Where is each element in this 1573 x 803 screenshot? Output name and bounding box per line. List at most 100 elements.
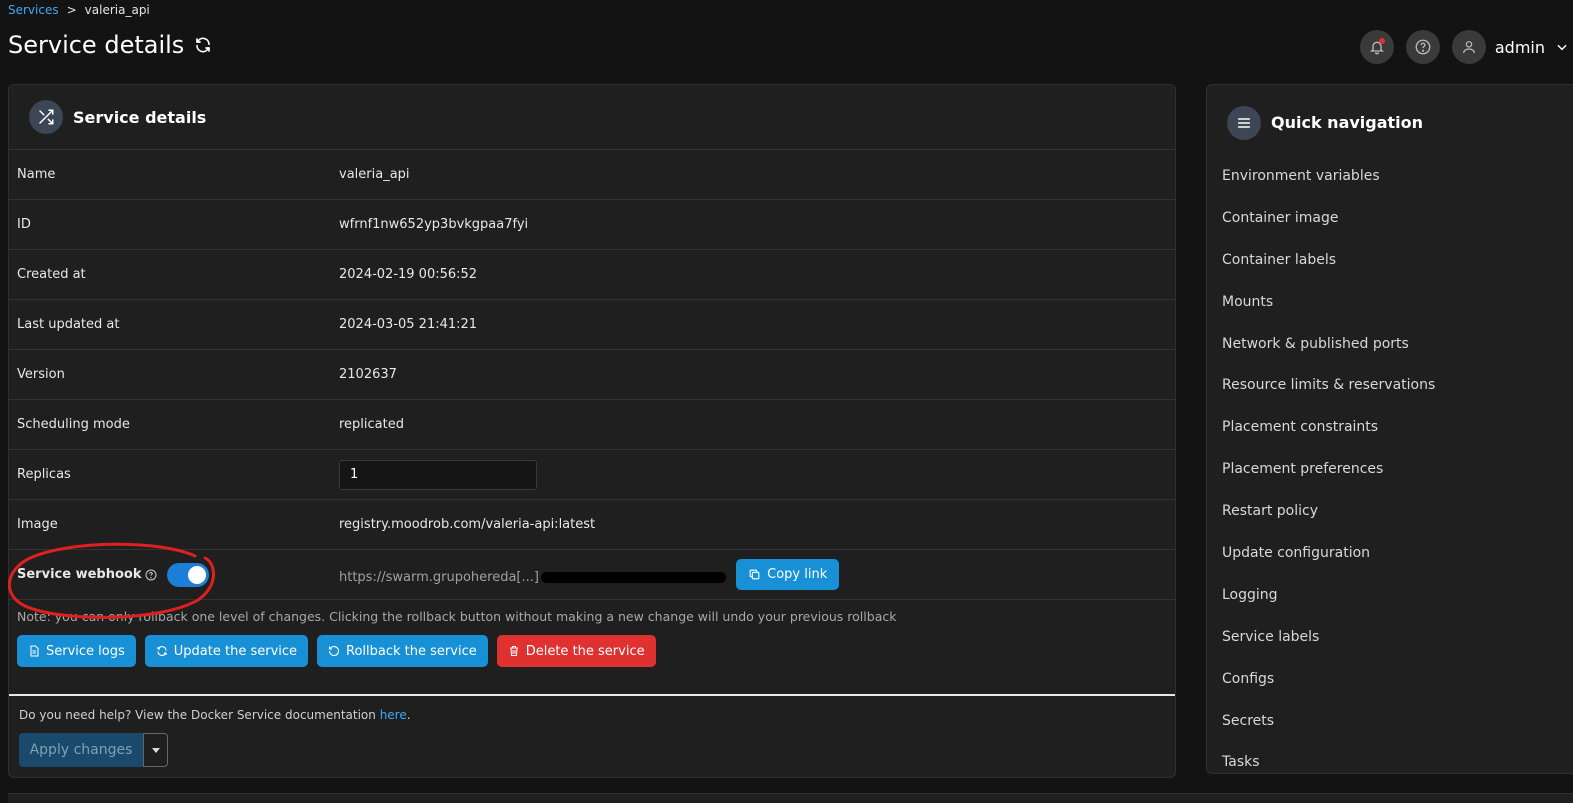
copy-link-label: Copy link: [767, 567, 828, 582]
chevron-down-icon[interactable]: [1555, 40, 1569, 54]
help-button[interactable]: [1405, 30, 1440, 64]
quick-nav-item[interactable]: Placement preferences: [1222, 448, 1573, 490]
quick-nav-item[interactable]: Service labels: [1222, 616, 1573, 658]
user-avatar[interactable]: [1451, 30, 1486, 64]
user-icon: [1462, 41, 1475, 54]
notifications-button[interactable]: [1359, 30, 1394, 64]
row-label: ID: [17, 217, 31, 232]
row-label: Scheduling mode: [17, 417, 130, 432]
quick-nav-item[interactable]: Configs: [1222, 658, 1573, 700]
quick-nav-item[interactable]: Container image: [1222, 197, 1573, 239]
detail-row-image: Image registry.moodrob.com/valeria-api:l…: [9, 500, 1175, 550]
row-value: 2102637: [339, 367, 397, 382]
page-title: Service details: [8, 31, 212, 59]
row-value: replicated: [339, 417, 404, 432]
row-value: 1: [339, 459, 1175, 490]
breadcrumb-separator: >: [66, 3, 77, 17]
redaction-mark: [540, 572, 726, 583]
rollback-note: Note: you can only rollback one level of…: [17, 609, 897, 624]
row-label: Version: [17, 367, 65, 382]
apply-changes-group: Apply changes: [19, 733, 168, 767]
service-actions: Service logs Update the service Rollback…: [9, 635, 1175, 667]
row-value: 2024-03-05 21:41:21: [339, 317, 478, 332]
quick-nav-item[interactable]: Logging: [1222, 574, 1573, 616]
row-label: Created at: [17, 267, 86, 282]
row-value: 2024-02-19 00:56:52: [339, 267, 478, 282]
card-header: Quick navigation: [1207, 85, 1573, 160]
quick-nav-item[interactable]: Environment variables: [1222, 155, 1573, 197]
rotate-ccw-icon: [328, 645, 340, 657]
row-value: valeria_api: [339, 167, 410, 182]
docs-link[interactable]: here: [380, 708, 407, 722]
quick-nav-item[interactable]: Placement constraints: [1222, 406, 1573, 448]
card-title: Quick navigation: [1271, 113, 1424, 132]
row-value: https://swarm.grupohereda[...] Copy link: [339, 559, 1175, 590]
copy-link-button[interactable]: Copy link: [736, 559, 840, 590]
row-value: registry.moodrob.com/valeria-api:latest: [339, 517, 596, 532]
refresh-icon[interactable]: [194, 36, 212, 54]
row-label: Replicas: [17, 467, 71, 482]
service-details-card: Service details Name valeria_api ID wfrn…: [8, 84, 1176, 778]
refresh-icon: [157, 646, 167, 656]
row-label: Last updated at: [17, 317, 120, 332]
help-text: Do you need help? View the Docker Servic…: [19, 708, 411, 722]
help-prefix: Do you need help? View the Docker Servic…: [19, 708, 380, 722]
detail-row-id: ID wfrnf1nw652yp3bvkgpaa7fyi: [9, 200, 1175, 250]
breadcrumb-current: valeria_api: [84, 3, 150, 17]
divider: [9, 694, 1175, 696]
quick-nav-item[interactable]: Update configuration: [1222, 532, 1573, 574]
quick-nav-list: Environment variables Container image Co…: [1207, 155, 1573, 783]
webhook-label: Service webhook: [17, 567, 142, 582]
question-circle-icon[interactable]: [145, 569, 157, 581]
breadcrumb: Services > valeria_api: [8, 3, 150, 17]
row-value: wfrnf1nw652yp3bvkgpaa7fyi: [339, 217, 529, 232]
rollback-service-label: Rollback the service: [346, 643, 477, 659]
shuffle-icon: [29, 100, 63, 134]
quick-nav-item[interactable]: Secrets: [1222, 700, 1573, 742]
copy-icon: [749, 569, 760, 580]
service-logs-label: Service logs: [46, 643, 125, 659]
detail-row-scheduling: Scheduling mode replicated: [9, 400, 1175, 450]
apply-changes-button[interactable]: Apply changes: [19, 733, 143, 767]
card-title: Service details: [73, 107, 207, 127]
quick-navigation-card: Quick navigation Environment variables C…: [1206, 84, 1573, 774]
page-title-text: Service details: [8, 31, 185, 59]
detail-row-updated: Last updated at 2024-03-05 21:41:21: [9, 300, 1175, 350]
card-header: Service details: [9, 85, 1175, 150]
caret-down-icon: [151, 748, 160, 753]
menu-icon: [1227, 105, 1261, 140]
detail-row-webhook: Service webhook https://swarm.grupohered…: [9, 550, 1175, 600]
row-label: Name: [17, 167, 56, 182]
file-text-icon: [30, 645, 39, 657]
webhook-toggle[interactable]: [167, 562, 210, 587]
webhook-url: https://swarm.grupohereda[...]: [339, 570, 539, 585]
detail-row-name: Name valeria_api: [9, 150, 1175, 200]
update-service-label: Update the service: [173, 643, 298, 659]
quick-nav-item[interactable]: Mounts: [1222, 281, 1573, 323]
quick-nav-item[interactable]: Container labels: [1222, 239, 1573, 281]
replicas-input[interactable]: 1: [339, 459, 537, 490]
user-name[interactable]: admin: [1495, 38, 1545, 57]
next-card-edge: [8, 793, 1573, 803]
rollback-service-button[interactable]: Rollback the service: [317, 635, 488, 667]
webhook-label-group: Service webhook: [9, 562, 339, 587]
quick-nav-item[interactable]: Resource limits & reservations: [1222, 364, 1573, 406]
detail-row-replicas: Replicas 1: [9, 450, 1175, 500]
breadcrumb-services-link[interactable]: Services: [8, 3, 59, 17]
apply-changes-dropdown[interactable]: [143, 733, 168, 767]
quick-nav-item[interactable]: Restart policy: [1222, 490, 1573, 532]
update-service-button[interactable]: Update the service: [144, 635, 309, 667]
quick-nav-item[interactable]: Tasks: [1222, 741, 1573, 783]
header-actions: admin: [1359, 30, 1573, 64]
trash-icon: [509, 646, 518, 656]
notification-dot: [1378, 38, 1385, 44]
row-label: Image: [17, 517, 58, 532]
delete-service-button[interactable]: Delete the service: [496, 635, 656, 667]
delete-service-label: Delete the service: [525, 643, 645, 659]
help-icon: [1415, 39, 1431, 55]
help-suffix: .: [406, 708, 411, 722]
quick-nav-item[interactable]: Network & published ports: [1222, 323, 1573, 365]
detail-row-version: Version 2102637: [9, 350, 1175, 400]
service-logs-button[interactable]: Service logs: [17, 635, 136, 667]
detail-row-created: Created at 2024-02-19 00:56:52: [9, 250, 1175, 300]
